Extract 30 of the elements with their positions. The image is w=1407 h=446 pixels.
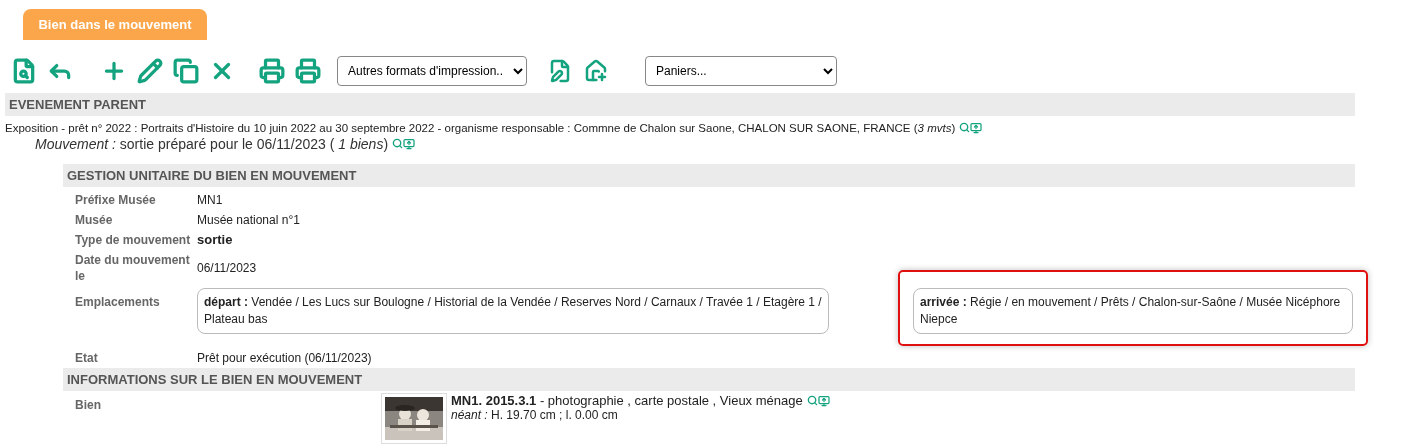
field-value: Musée national n°1: [197, 212, 301, 228]
field-label: Type de mouvement: [75, 232, 192, 248]
copy-icon[interactable]: [171, 56, 201, 86]
object-dimensions: néant : H. 19.70 cm ; l. 0.00 cm: [451, 408, 619, 422]
movement-summary: Mouvement : sortie préparé pour le 06/11/2023 ( 1 biens): [35, 136, 389, 152]
edit-icon[interactable]: [135, 56, 165, 86]
field-label: Etat: [75, 350, 99, 366]
printer-icon[interactable]: [293, 56, 323, 86]
view-link-icons[interactable]: [392, 138, 416, 150]
object-title: MN1. 2015.3.1 - photographie , carte postale , Vieux ménage: [451, 393, 803, 408]
print-format-select[interactable]: Autres formats d'impression...: [337, 56, 527, 86]
field-label: Musée: [75, 212, 114, 228]
section-header: INFORMATIONS SUR LE BIEN EN MOUVEMENT: [63, 368, 1355, 391]
view-link-icons[interactable]: [806, 395, 830, 407]
field-label: Préfixe Musée: [75, 192, 157, 208]
field-value: MN1: [197, 192, 224, 208]
view-link-icons[interactable]: [959, 122, 983, 134]
basket-select[interactable]: Paniers...: [645, 56, 837, 86]
field-label: Bien: [75, 397, 102, 413]
field-label: Emplacements: [75, 294, 161, 310]
location-field: départ : Vendée / Les Lucs sur Boulogne / Historial de la Vendée / Reserves Nord / Carnaux / Travée 1 / Etagère 1 / Plateau bas: [197, 288, 829, 334]
section-header: EVENEMENT PARENT: [5, 93, 1355, 116]
event-description: Exposition - prêt n° 2022 : Portraits d'Histoire du 10 juin 2022 au 30 septembre 2022 - organisme responsable : Commne de Chalon sur Saone, CHALON SUR SAONE, FRANCE (3 mvts): [5, 122, 956, 134]
field-value: sortie: [197, 232, 234, 248]
field-label: Date du mouvement le: [75, 252, 191, 284]
field-value: Prêt pour exécution (06/11/2023): [197, 350, 373, 366]
location-field: arrivée : Régie / en mouvement / Prêts / Chalon-sur-Saône / Musée Nicéphore Niepce: [913, 288, 1353, 334]
field-value: 06/11/2023: [197, 260, 258, 276]
section-header: GESTION UNITAIRE DU BIEN EN MOUVEMENT: [63, 164, 1355, 187]
printer-icon[interactable]: [257, 56, 287, 86]
